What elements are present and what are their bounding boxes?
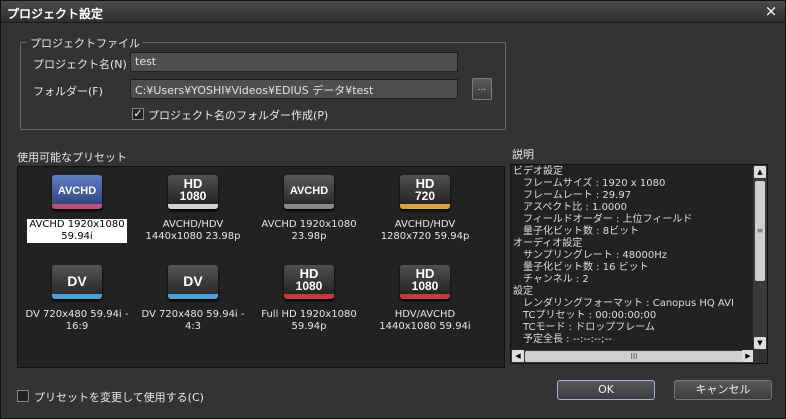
- description-line: フィールドオーダー : 上位フィールド: [523, 214, 693, 225]
- preset-format: 59.94p: [291, 321, 327, 332]
- close-icon[interactable]: ×: [763, 3, 779, 19]
- preset-list: AVCHD AVCHD 1920x1080 59.94i 1080 HD AVCHD/HD…: [17, 166, 505, 368]
- description-line: レンダリングフォーマット : Canopus HQ AVI: [523, 298, 734, 309]
- description-section-header: 設定: [513, 286, 533, 297]
- preset-item[interactable]: 1080 HD HDV/AVCHD 1440x1080 59.94i: [370, 265, 480, 333]
- preset-title: Full HD 1920x1080: [261, 309, 357, 320]
- preset-item[interactable]: 720 HD AVCHD/HDV 1280x720 59.94p: [370, 175, 480, 243]
- ok-button[interactable]: OK: [557, 380, 655, 400]
- scroll-corner: [753, 350, 767, 363]
- description-line: 予定全長 : --:--:--;--: [523, 334, 612, 345]
- horizontal-scrollbar[interactable]: ◀ III ▶: [511, 350, 755, 363]
- preset-title: DV 720x480 59.94i -: [141, 309, 245, 320]
- project-name-label: プロジェクト名(N): [33, 58, 127, 71]
- description-line: 量子化ビット数 : 16 ビット: [523, 262, 649, 273]
- preset-title: AVCHD 1920x1080: [261, 219, 357, 230]
- preset-format: 59.94i: [61, 231, 93, 242]
- scroll-left-icon[interactable]: ◀: [512, 350, 524, 362]
- scroll-up-icon[interactable]: ▲: [754, 166, 766, 178]
- description-line: チャンネル : 2: [523, 274, 589, 285]
- avchd-icon: AVCHD: [284, 175, 334, 209]
- preset-item[interactable]: 1080 HD AVCHD/HDV 1440x1080 23.98p: [138, 175, 248, 243]
- create-folder-label: プロジェクト名のフォルダー作成(P): [148, 109, 329, 122]
- hd720-icon: 720 HD: [400, 175, 450, 209]
- cancel-button[interactable]: キャンセル: [674, 380, 772, 400]
- preset-item[interactable]: DV DV 720x480 59.94i -16:9: [22, 265, 132, 333]
- description-line: フレームレート : 29.97: [523, 190, 632, 201]
- preset-item[interactable]: 1080 HD Full HD 1920x1080 59.94p: [254, 265, 364, 333]
- description-line: アスペクト比 : 1.0000: [523, 202, 628, 213]
- description-line: TCモード : ドロップフレーム: [523, 322, 655, 333]
- dv-icon: DV: [168, 265, 218, 299]
- folder-label: フォルダー(F): [33, 85, 103, 98]
- description-line: 量子化ビット数 : 8ビット: [523, 226, 640, 237]
- horizontal-scroll-thumb[interactable]: III: [525, 351, 743, 362]
- scroll-down-icon[interactable]: ▼: [754, 337, 766, 349]
- folder-field[interactable]: C:¥Users¥YOSHI¥Videos¥EDIUS データ¥test: [130, 79, 458, 99]
- vertical-scrollbar[interactable]: ▲ ≡ ▼: [753, 165, 767, 351]
- preset-title: DV 720x480 59.94i -: [25, 309, 129, 320]
- window-title: プロジェクト設定: [7, 7, 104, 21]
- hd1080-icon: 1080 HD: [284, 265, 334, 299]
- hd1080-icon: 1080 HD: [400, 265, 450, 299]
- preset-format: 1440x1080 23.98p: [145, 231, 241, 242]
- preset-format: 1280x720 59.94p: [380, 231, 470, 242]
- presets-label: 使用可能なプリセット: [17, 151, 127, 164]
- description-line: サンプリングレート : 48000Hz: [523, 250, 668, 261]
- preset-item[interactable]: AVCHD AVCHD 1920x1080 59.94i: [22, 175, 132, 243]
- preset-item[interactable]: AVCHD AVCHD 1920x1080 23.98p: [254, 175, 364, 243]
- preset-format: 16:9: [65, 321, 89, 332]
- browse-button[interactable]: ...: [472, 78, 492, 100]
- avchd-icon: AVCHD: [52, 175, 102, 209]
- preset-title: AVCHD 1920x1080: [29, 219, 125, 230]
- vertical-scroll-thumb[interactable]: ≡: [755, 181, 765, 281]
- dv-icon: DV: [52, 265, 102, 299]
- description-text: ビデオ設定 フレームサイズ : 1920 x 1080 フレームレート : 29.9…: [513, 166, 751, 346]
- modify-preset-label: プリセットを変更して使用する(C): [34, 391, 204, 404]
- preset-format: 23.98p: [291, 231, 327, 242]
- description-line: フレームサイズ : 1920 x 1080: [523, 178, 666, 189]
- preset-title: AVCHD/HDV: [162, 219, 224, 230]
- hd1080-icon: 1080 HD: [168, 175, 218, 209]
- description-box: ビデオ設定 フレームサイズ : 1920 x 1080 フレームレート : 29.9…: [510, 164, 768, 364]
- project-file-legend: プロジェクトファイル: [27, 35, 143, 51]
- description-label: 説明: [512, 148, 534, 161]
- create-folder-checkbox[interactable]: ✓: [132, 108, 144, 120]
- preset-format: 1440x1080 59.94i: [379, 321, 471, 332]
- preset-item[interactable]: DV DV 720x480 59.94i -4:3: [138, 265, 248, 333]
- preset-format: 4:3: [184, 321, 202, 332]
- preset-title: HDV/AVCHD: [394, 309, 456, 320]
- description-section-header: オーディオ設定: [513, 238, 583, 249]
- project-settings-dialog: プロジェクト設定 × プロジェクトファイル プロジェクト名(N) test フォ…: [0, 0, 786, 419]
- project-name-field[interactable]: test: [130, 52, 458, 72]
- preset-title: AVCHD/HDV: [394, 219, 456, 230]
- description-line: TCプリセット : 00:00:00;00: [523, 310, 657, 321]
- modify-preset-checkbox[interactable]: [17, 390, 29, 402]
- description-section-header: ビデオ設定: [513, 166, 563, 177]
- title-bar: プロジェクト設定 ×: [1, 1, 785, 23]
